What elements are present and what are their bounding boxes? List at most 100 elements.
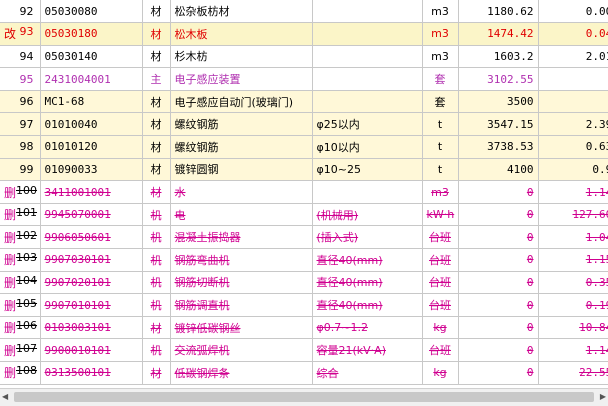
item-price[interactable]: 0 xyxy=(458,180,539,204)
item-code[interactable]: 9900010101 xyxy=(40,338,143,362)
item-unit[interactable]: kg xyxy=(422,316,459,340)
row-number[interactable]: 92 xyxy=(0,0,41,24)
table-row[interactable]: 删1003411001001材水 m301.1469 xyxy=(0,180,608,204)
item-price[interactable]: 0 xyxy=(458,203,539,227)
item-name[interactable]: 混凝土振捣器 xyxy=(170,225,313,250)
item-spec[interactable]: (机械用) xyxy=(312,203,423,227)
table-row[interactable]: 92 05030080材松杂板枋材 m31180.620.0049 xyxy=(0,0,608,24)
table-row[interactable]: 96 MC1-68材电子感应自动门(玻璃门) 套35001 xyxy=(0,90,608,114)
item-code[interactable]: 01090033 xyxy=(40,158,143,182)
scroll-right-icon[interactable]: ▶ xyxy=(600,392,606,401)
item-quantity[interactable]: 1 xyxy=(538,90,608,114)
item-unit[interactable]: 套 xyxy=(422,90,459,114)
item-quantity[interactable]: 0.3577 xyxy=(538,271,608,295)
table-row[interactable]: 改9305030180材松木板m31474.420.0456 xyxy=(0,22,608,46)
item-unit[interactable]: 套 xyxy=(422,67,459,91)
item-type[interactable]: 机 xyxy=(142,203,171,227)
row-number[interactable]: 删 100 xyxy=(0,180,41,204)
row-number[interactable]: 95 xyxy=(0,67,41,91)
item-price[interactable]: 0 xyxy=(458,361,539,385)
item-code[interactable]: 05030180 xyxy=(40,22,143,46)
item-spec[interactable]: 直径40(mm) xyxy=(312,271,423,295)
item-price[interactable]: 1474.42 xyxy=(458,22,539,46)
item-quantity[interactable]: 127.6068 xyxy=(538,203,608,227)
item-spec[interactable] xyxy=(312,90,423,114)
item-type[interactable]: 材 xyxy=(142,90,171,114)
item-unit[interactable]: kW·h xyxy=(422,203,459,227)
table-row[interactable]: 删1060103003101材镀锌低碳钢丝φ0.7~1.2kg010.8426 xyxy=(0,316,608,340)
table-row[interactable]: 删1049907020101机钢筋切断机直径40(mm)台班00.3577 xyxy=(0,271,608,295)
row-number[interactable]: 删 101 xyxy=(0,203,41,227)
item-unit[interactable]: m3 xyxy=(422,45,459,69)
item-spec[interactable]: φ0.7~1.2 xyxy=(312,316,423,340)
item-price[interactable]: 0 xyxy=(458,316,539,340)
table-row[interactable]: 删1029906050601机混凝土振捣器(插入式)台班01.0478 xyxy=(0,225,608,250)
item-quantity[interactable]: 1 xyxy=(538,67,608,91)
item-price[interactable]: 3738.53 xyxy=(458,135,539,159)
item-name[interactable]: 松杂板枋材 xyxy=(170,0,313,24)
item-quantity[interactable]: 10.8426 xyxy=(538,316,608,340)
item-name[interactable]: 钢筋弯曲机 xyxy=(170,248,313,272)
table-row[interactable]: 删1019945070001机电(机械用)kW·h0127.6068 xyxy=(0,203,608,227)
item-price[interactable]: 3547.15 xyxy=(458,112,539,137)
item-price[interactable]: 0 xyxy=(458,248,539,272)
table-row[interactable]: 删1039907030101机钢筋弯曲机直径40(mm)台班01.1558 xyxy=(0,248,608,272)
item-code[interactable]: 01010120 xyxy=(40,135,143,159)
row-number[interactable]: 94 xyxy=(0,45,41,69)
item-price[interactable]: 3500 xyxy=(458,90,539,114)
table-row[interactable]: 删1080313500101材低碳钢焊条综合kg022.5532 xyxy=(0,361,608,385)
item-code[interactable]: 9907030101 xyxy=(40,248,143,272)
item-code[interactable]: MC1-68 xyxy=(40,90,143,114)
row-number[interactable]: 删 104 xyxy=(0,271,41,295)
item-spec[interactable]: φ10~25 xyxy=(312,158,423,182)
item-code[interactable]: 3411001001 xyxy=(40,180,143,204)
row-number[interactable]: 96 xyxy=(0,90,41,114)
item-price[interactable]: 0 xyxy=(458,225,539,250)
table-row[interactable]: 98 01010120材螺纹钢筋φ10以内t3738.530.6326 xyxy=(0,135,608,159)
item-unit[interactable]: m3 xyxy=(422,22,459,46)
item-spec[interactable]: 容量21(kV·A) xyxy=(312,338,423,362)
item-spec[interactable] xyxy=(312,67,423,91)
item-price[interactable]: 1180.62 xyxy=(458,0,539,24)
item-code[interactable]: 0313500101 xyxy=(40,361,143,385)
item-type[interactable]: 机 xyxy=(142,293,171,317)
horizontal-scrollbar[interactable]: ◀ ▶ xyxy=(0,388,608,406)
item-type[interactable]: 材 xyxy=(142,180,171,204)
row-number[interactable]: 删 108 xyxy=(0,361,41,385)
item-unit[interactable]: m3 xyxy=(422,0,459,24)
item-quantity[interactable]: 0.955 xyxy=(538,158,608,182)
row-number[interactable]: 98 xyxy=(0,135,41,159)
item-unit[interactable]: t xyxy=(422,135,459,159)
item-spec[interactable] xyxy=(312,22,423,46)
item-quantity[interactable]: 1.1558 xyxy=(538,248,608,272)
item-spec[interactable]: φ10以内 xyxy=(312,135,423,159)
row-number[interactable]: 删 105 xyxy=(0,293,41,317)
item-quantity[interactable]: 2.3955 xyxy=(538,112,608,137)
item-quantity[interactable]: 22.5532 xyxy=(538,361,608,385)
item-unit[interactable]: 台班 xyxy=(422,271,459,295)
table-row[interactable]: 删1059907010101机钢筋调直机直径40(mm)台班00.1923 xyxy=(0,293,608,317)
item-type[interactable]: 材 xyxy=(142,361,171,385)
item-price[interactable]: 1603.2 xyxy=(458,45,539,69)
item-price[interactable]: 0 xyxy=(458,271,539,295)
item-unit[interactable]: 台班 xyxy=(422,248,459,272)
item-type[interactable]: 机 xyxy=(142,248,171,272)
item-code[interactable]: 01010040 xyxy=(40,112,143,137)
item-name[interactable]: 交流弧焊机 xyxy=(170,338,313,362)
item-type[interactable]: 材 xyxy=(142,45,171,69)
item-code[interactable]: 05030080 xyxy=(40,0,143,24)
table-row[interactable]: 97 01010040材螺纹钢筋φ25以内t3547.152.3955 xyxy=(0,112,608,137)
item-type[interactable]: 主 xyxy=(142,67,171,91)
item-unit[interactable]: t xyxy=(422,112,459,137)
item-name[interactable]: 水 xyxy=(170,180,313,204)
item-spec[interactable]: (插入式) xyxy=(312,225,423,250)
item-spec[interactable] xyxy=(312,180,423,204)
table-row[interactable]: 95 2431004001主电子感应装置 套3102.551 xyxy=(0,67,608,91)
item-type[interactable]: 机 xyxy=(142,271,171,295)
item-type[interactable]: 材 xyxy=(142,158,171,182)
item-name[interactable]: 松木板 xyxy=(170,22,313,46)
item-spec[interactable]: 综合 xyxy=(312,361,423,385)
item-name[interactable]: 螺纹钢筋 xyxy=(170,112,313,137)
row-number[interactable]: 97 xyxy=(0,112,41,137)
item-unit[interactable]: 台班 xyxy=(422,338,459,362)
